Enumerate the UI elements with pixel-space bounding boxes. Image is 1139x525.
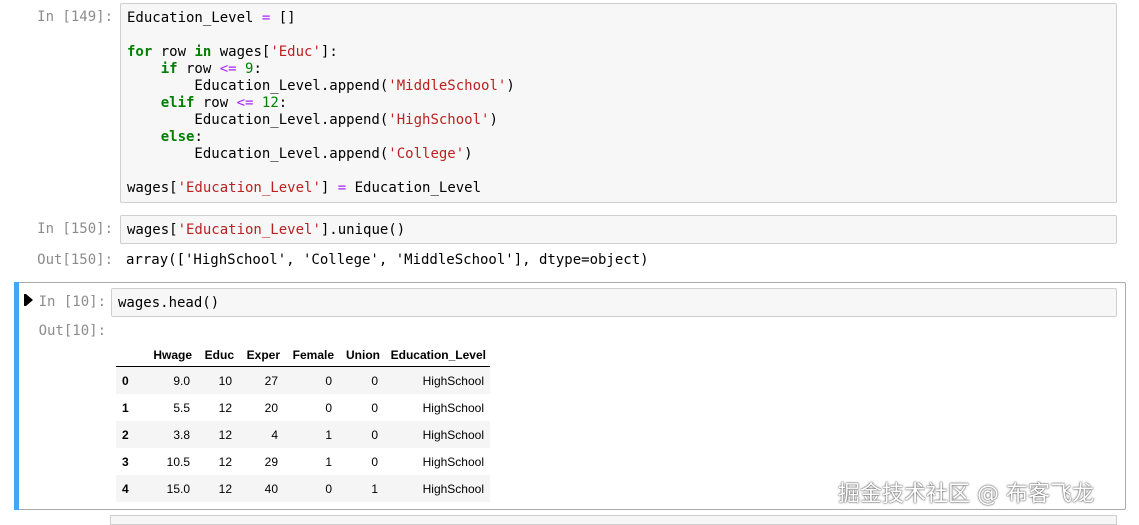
table-cell: HighSchool [422,454,484,469]
code-line-6: elif row <= 12: [160,95,288,111]
code-line-9: Education_Level.append('College') [127,146,473,162]
table-row-index: 3 [122,454,129,469]
code-line-7: Education_Level.append('HighSchool') [127,112,498,128]
table-cell: 12 [218,454,232,469]
table-row: 4 15.0 12 40 0 1 HighSchool [116,475,490,502]
cell-150-output: array(['HighSchool', 'College', 'MiddleS… [126,252,649,268]
table-cell: 4 [271,427,278,442]
table-cell: HighSchool [422,427,484,442]
cell-150-code-editor[interactable]: wages['Education_Level'].unique() [120,215,1117,244]
table-cell: 40 [264,481,278,496]
code-line-4: if row <= 9: [160,61,262,77]
table-header-hwage: Hwage [144,340,196,367]
next-cell-editor[interactable] [110,515,1117,525]
table-header-education-level: Education_Level [384,340,490,367]
cell-150-output-prompt: Out[150]: [37,252,113,268]
code-line-3: for row in wages['Educ']: [127,44,338,60]
table-cell: 15.0 [166,481,190,496]
table-cell: 12 [218,427,232,442]
table-row-index: 2 [122,427,129,442]
cell-150-input-prompt: In [150]: [37,221,113,237]
table-row-index: 0 [122,373,129,388]
table-row: 2 3.8 12 4 1 0 HighSchool [116,421,490,448]
cell-10-input-prompt: In [10]: [38,294,106,310]
table-cell: 0 [371,373,378,388]
table-cell: 0 [325,400,332,415]
dataframe-table: Hwage Educ Exper Female Union Education_… [116,340,490,502]
code-line-8: else: [160,129,203,145]
table-row: 0 9.0 10 27 0 0 HighSchool [116,366,490,394]
table-cell: 12 [218,400,232,415]
code-line-1: Education_Level = [] [127,10,296,26]
code-line-5: Education_Level.append('MiddleSchool') [127,78,515,94]
table-row: 3 10.5 12 29 1 0 HighSchool [116,448,490,475]
selected-cell-indicator [14,282,19,510]
table-header-index [116,340,144,367]
table-cell: 1 [325,454,332,469]
table-header-educ: Educ [196,340,238,367]
table-row-index: 4 [122,481,129,496]
table-cell: 1 [371,481,378,496]
table-header-union: Union [338,340,384,367]
table-header-exper: Exper [238,340,284,367]
table-cell: HighSchool [422,481,484,496]
table-cell: 20 [264,400,278,415]
table-cell: 5.5 [173,400,190,415]
code-line-11: wages['Education_Level'] = Education_Lev… [127,180,482,196]
table-cell: 0 [325,481,332,496]
table-cell: HighSchool [422,400,484,415]
cell-150-code: wages['Education_Level'].unique() [127,222,406,238]
table-cell: 0 [371,427,378,442]
table-cell: 9.0 [173,373,190,388]
watermark: 掘金技术社区 @ 布客飞龙 [838,482,1094,507]
table-header-female: Female [284,340,338,367]
table-cell: 12 [218,481,232,496]
table-cell: 27 [264,373,278,388]
table-cell: 0 [371,454,378,469]
table-row: 1 5.5 12 20 0 0 HighSchool [116,394,490,421]
table-cell: HighSchool [422,373,484,388]
cell-10-code-editor[interactable]: wages.head() [111,288,1117,317]
cell-10-output-prompt: Out[10]: [38,323,106,339]
table-row-index: 1 [122,400,129,415]
cell-149-code-editor[interactable]: Education_Level = [] for row in wages['E… [120,3,1117,203]
table-header-row: Hwage Educ Exper Female Union Education_… [116,340,490,367]
table-cell: 3.8 [173,427,190,442]
cell-10-code: wages.head() [118,295,220,311]
table-cell: 29 [264,454,278,469]
table-cell: 0 [371,400,378,415]
table-cell: 1 [325,427,332,442]
cell-149-input-prompt: In [149]: [37,9,113,25]
table-cell: 10 [218,373,232,388]
table-cell: 10.5 [166,454,190,469]
table-cell: 0 [325,373,332,388]
